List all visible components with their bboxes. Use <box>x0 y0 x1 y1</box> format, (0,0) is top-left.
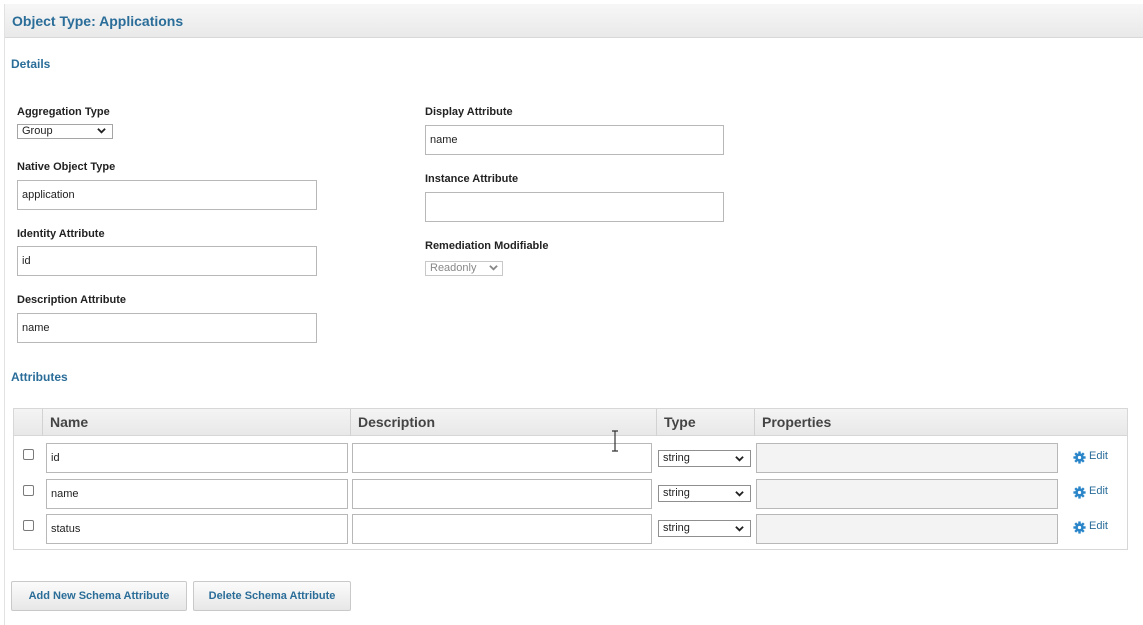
attribute-type-value: string <box>663 522 690 534</box>
edit-link[interactable]: Edit <box>1089 485 1108 497</box>
column-header-name[interactable]: Name <box>42 409 350 436</box>
gear-icon[interactable] <box>1073 451 1086 464</box>
attribute-name-input[interactable]: id <box>46 443 348 473</box>
add-schema-attribute-button[interactable]: Add New Schema Attribute <box>11 581 187 611</box>
native-object-type-label: Native Object Type <box>17 161 116 173</box>
attribute-properties-field[interactable] <box>756 514 1058 544</box>
display-attribute-label: Display Attribute <box>425 106 513 118</box>
remediation-modifiable-select[interactable]: Readonly <box>425 261 503 276</box>
description-attribute-input[interactable]: name <box>17 313 317 343</box>
display-attribute-input[interactable]: name <box>425 125 724 155</box>
remediation-modifiable-label: Remediation Modifiable <box>425 240 549 252</box>
instance-attribute-input[interactable] <box>425 192 724 222</box>
row-checkbox[interactable] <box>23 485 34 496</box>
row-checkbox[interactable] <box>23 520 34 531</box>
attribute-type-select[interactable]: string <box>658 520 751 537</box>
column-header-type[interactable]: Type <box>656 409 754 436</box>
chevron-down-icon <box>97 128 106 134</box>
aggregation-type-select[interactable]: Group <box>17 124 113 139</box>
chevron-down-icon <box>735 456 744 462</box>
edit-link[interactable]: Edit <box>1089 520 1108 532</box>
attribute-type-value: string <box>663 452 690 464</box>
gear-icon[interactable] <box>1073 521 1086 534</box>
attribute-name-input[interactable]: status <box>46 514 348 544</box>
attribute-properties-field[interactable] <box>756 443 1058 473</box>
delete-schema-attribute-button[interactable]: Delete Schema Attribute <box>193 581 351 611</box>
chevron-down-icon <box>489 265 498 271</box>
column-header-properties[interactable]: Properties <box>754 409 1127 436</box>
identity-attribute-label: Identity Attribute <box>17 228 105 240</box>
panel-header: Object Type: Applications <box>5 4 1143 38</box>
attribute-properties-field[interactable] <box>756 479 1058 509</box>
chevron-down-icon <box>735 526 744 532</box>
attribute-description-input[interactable] <box>352 514 652 544</box>
attribute-type-select[interactable]: string <box>658 450 751 467</box>
attribute-description-input[interactable] <box>352 443 652 473</box>
description-attribute-label: Description Attribute <box>17 294 126 306</box>
attributes-table: Name Description Type Properties id stri… <box>13 408 1128 550</box>
chevron-down-icon <box>735 491 744 497</box>
identity-attribute-input[interactable]: id <box>17 246 317 276</box>
aggregation-type-value: Group <box>22 125 53 137</box>
details-heading: Details <box>11 57 51 71</box>
page-title: Object Type: Applications <box>12 13 184 29</box>
table-header: Name Description Type Properties <box>14 409 1127 436</box>
text-cursor-icon <box>612 430 618 452</box>
attributes-heading: Attributes <box>11 370 68 384</box>
instance-attribute-label: Instance Attribute <box>425 173 519 185</box>
remediation-modifiable-value: Readonly <box>430 262 477 274</box>
native-object-type-input[interactable]: application <box>17 180 317 210</box>
gear-icon[interactable] <box>1073 486 1086 499</box>
aggregation-type-label: Aggregation Type <box>17 106 110 118</box>
edit-link[interactable]: Edit <box>1089 450 1108 462</box>
attribute-name-input[interactable]: name <box>46 479 348 509</box>
attribute-description-input[interactable] <box>352 479 652 509</box>
row-checkbox[interactable] <box>23 449 34 460</box>
attribute-type-select[interactable]: string <box>658 485 751 502</box>
attribute-type-value: string <box>663 487 690 499</box>
